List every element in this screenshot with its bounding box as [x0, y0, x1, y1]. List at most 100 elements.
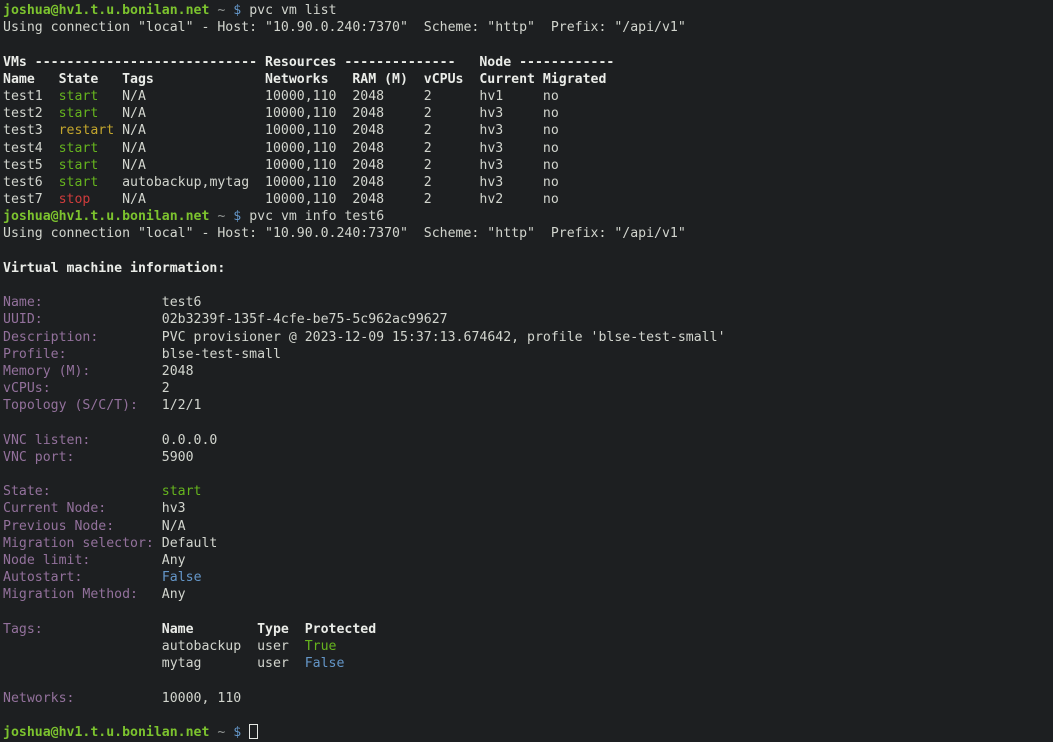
- terminal-line: Description: PVC provisioner @ 2023-12-0…: [3, 329, 1053, 346]
- terminal-cursor[interactable]: [249, 724, 258, 739]
- terminal-text-segment: start: [59, 175, 123, 190]
- terminal-text-segment: [51, 484, 162, 499]
- terminal-text-segment: Tags:: [3, 622, 43, 637]
- terminal-line: [3, 466, 1053, 483]
- terminal-line: test3 restart N/A 10000,110 2048 2 hv3 n…: [3, 122, 1053, 139]
- terminal-text-segment: VMs ---------------------------- Resourc…: [3, 55, 614, 70]
- terminal-line: test6 start autobackup,mytag 10000,110 2…: [3, 174, 1053, 191]
- terminal-line: Tags: Name Type Protected: [3, 621, 1053, 638]
- terminal-line: autobackup user True: [3, 638, 1053, 655]
- terminal-line: joshua@hv1.t.u.bonilan.net ~ $: [3, 724, 1053, 741]
- terminal-text-segment: Name:: [3, 295, 43, 310]
- terminal-text-segment: Profile:: [3, 347, 67, 362]
- terminal-line: joshua@hv1.t.u.bonilan.net ~ $ pvc vm in…: [3, 208, 1053, 225]
- terminal-text-segment: Node limit:: [3, 553, 90, 568]
- terminal-text-segment: Networks:: [3, 691, 74, 706]
- terminal-text-segment: test2: [3, 106, 59, 121]
- terminal-text-segment: N/A 10000,110 2048 2 hv3 no: [122, 158, 559, 173]
- terminal-text-segment: test4: [3, 141, 59, 156]
- terminal-line: Memory (M): 2048: [3, 363, 1053, 380]
- terminal-text-segment: 0.0.0.0: [90, 433, 217, 448]
- terminal-text-segment: vCPUs:: [3, 381, 51, 396]
- terminal-text-segment: mytag user: [3, 656, 305, 671]
- terminal-text-segment: test1: [3, 89, 59, 104]
- terminal-text-segment: PVC provisioner @ 2023-12-09 15:37:13.67…: [98, 330, 725, 345]
- terminal-line: Migration selector: Default: [3, 535, 1053, 552]
- terminal-line: Current Node: hv3: [3, 500, 1053, 517]
- terminal-text-segment: test7: [3, 192, 59, 207]
- terminal-text-segment: start: [162, 484, 202, 499]
- terminal-text-segment: UUID:: [3, 312, 43, 327]
- terminal-line: [3, 277, 1053, 294]
- terminal-text-segment: hv3: [106, 501, 185, 516]
- terminal-line: Name State Tags Networks RAM (M) vCPUs C…: [3, 71, 1053, 88]
- terminal-text-segment: Any: [90, 553, 185, 568]
- terminal-text-segment: autobackup,mytag 10000,110 2048 2 hv3 no: [122, 175, 559, 190]
- terminal-text-segment: Migration selector:: [3, 536, 154, 551]
- terminal-line: [3, 707, 1053, 724]
- terminal-line: [3, 672, 1053, 689]
- terminal-text-segment: 10000, 110: [74, 691, 241, 706]
- terminal-line: Using connection "local" - Host: "10.90.…: [3, 225, 1053, 242]
- terminal-line: [3, 415, 1053, 432]
- terminal-text-segment: Current Node:: [3, 501, 106, 516]
- terminal-text-segment: 2: [51, 381, 170, 396]
- terminal-text-segment: Name State Tags Networks RAM (M) vCPUs C…: [3, 72, 606, 87]
- terminal-text-segment: joshua@hv1.t.u.bonilan.net: [3, 3, 209, 18]
- terminal-line: [3, 604, 1053, 621]
- terminal-text-segment: test6: [3, 175, 59, 190]
- terminal-text-segment: start: [59, 158, 123, 173]
- terminal-text-segment: VNC port:: [3, 450, 74, 465]
- terminal-text-segment: True: [305, 639, 337, 654]
- terminal-line: test2 start N/A 10000,110 2048 2 hv3 no: [3, 105, 1053, 122]
- terminal-text-segment: State:: [3, 484, 51, 499]
- terminal-text-segment: 1/2/1: [138, 398, 202, 413]
- terminal-line: vCPUs: 2: [3, 380, 1053, 397]
- terminal-text-segment: pvc vm info test6: [241, 209, 384, 224]
- terminal-line: test1 start N/A 10000,110 2048 2 hv1 no: [3, 88, 1053, 105]
- terminal-text-segment: test3: [3, 123, 59, 138]
- terminal-line: Autostart: False: [3, 569, 1053, 586]
- terminal-line: VNC listen: 0.0.0.0: [3, 432, 1053, 449]
- terminal-line: Virtual machine information:: [3, 260, 1053, 277]
- terminal-line: [3, 36, 1053, 53]
- terminal-line: Profile: blse-test-small: [3, 346, 1053, 363]
- terminal-text-segment: start: [59, 141, 123, 156]
- terminal-text-segment: 02b3239f-135f-4cfe-be75-5c962ac99627: [43, 312, 448, 327]
- terminal-text-segment: Using connection "local" - Host: "10.90.…: [3, 226, 686, 241]
- terminal-line: Using connection "local" - Host: "10.90.…: [3, 19, 1053, 36]
- terminal-line: joshua@hv1.t.u.bonilan.net ~ $ pvc vm li…: [3, 2, 1053, 19]
- terminal-text-segment: stop: [59, 192, 123, 207]
- terminal[interactable]: joshua@hv1.t.u.bonilan.net ~ $ pvc vm li…: [0, 0, 1053, 742]
- terminal-text-segment: False: [162, 570, 202, 585]
- terminal-line: [3, 243, 1053, 260]
- terminal-text-segment: Previous Node:: [3, 519, 114, 534]
- terminal-text-segment: N/A 10000,110 2048 2 hv3 no: [122, 141, 559, 156]
- terminal-line: test7 stop N/A 10000,110 2048 2 hv2 no: [3, 191, 1053, 208]
- terminal-line: Node limit: Any: [3, 552, 1053, 569]
- terminal-text-segment: autobackup user: [3, 639, 305, 654]
- terminal-text-segment: Topology (S/C/T):: [3, 398, 138, 413]
- terminal-text-segment: Autostart:: [3, 570, 82, 585]
- terminal-line: test5 start N/A 10000,110 2048 2 hv3 no: [3, 157, 1053, 174]
- terminal-text-segment: Virtual machine information:: [3, 261, 225, 276]
- terminal-line: mytag user False: [3, 655, 1053, 672]
- terminal-line: Previous Node: N/A: [3, 518, 1053, 535]
- terminal-text-segment: N/A 10000,110 2048 2 hv1 no: [122, 89, 559, 104]
- terminal-line: State: start: [3, 483, 1053, 500]
- terminal-line: UUID: 02b3239f-135f-4cfe-be75-5c962ac996…: [3, 311, 1053, 328]
- terminal-text-segment: Using connection "local" - Host: "10.90.…: [3, 20, 686, 35]
- terminal-text-segment: False: [305, 656, 345, 671]
- terminal-text-segment: test6: [43, 295, 202, 310]
- terminal-text-segment: restart: [59, 123, 123, 138]
- terminal-text-segment: test5: [3, 158, 59, 173]
- terminal-text-segment: joshua@hv1.t.u.bonilan.net: [3, 209, 209, 224]
- terminal-text-segment: 5900: [74, 450, 193, 465]
- terminal-line: Topology (S/C/T): 1/2/1: [3, 397, 1053, 414]
- terminal-text-segment: [43, 622, 162, 637]
- terminal-text-segment: pvc vm list: [241, 3, 336, 18]
- terminal-text-segment: N/A 10000,110 2048 2 hv3 no: [122, 123, 559, 138]
- terminal-line: Migration Method: Any: [3, 586, 1053, 603]
- terminal-text-segment: [241, 725, 249, 740]
- terminal-text-segment: VNC listen:: [3, 433, 90, 448]
